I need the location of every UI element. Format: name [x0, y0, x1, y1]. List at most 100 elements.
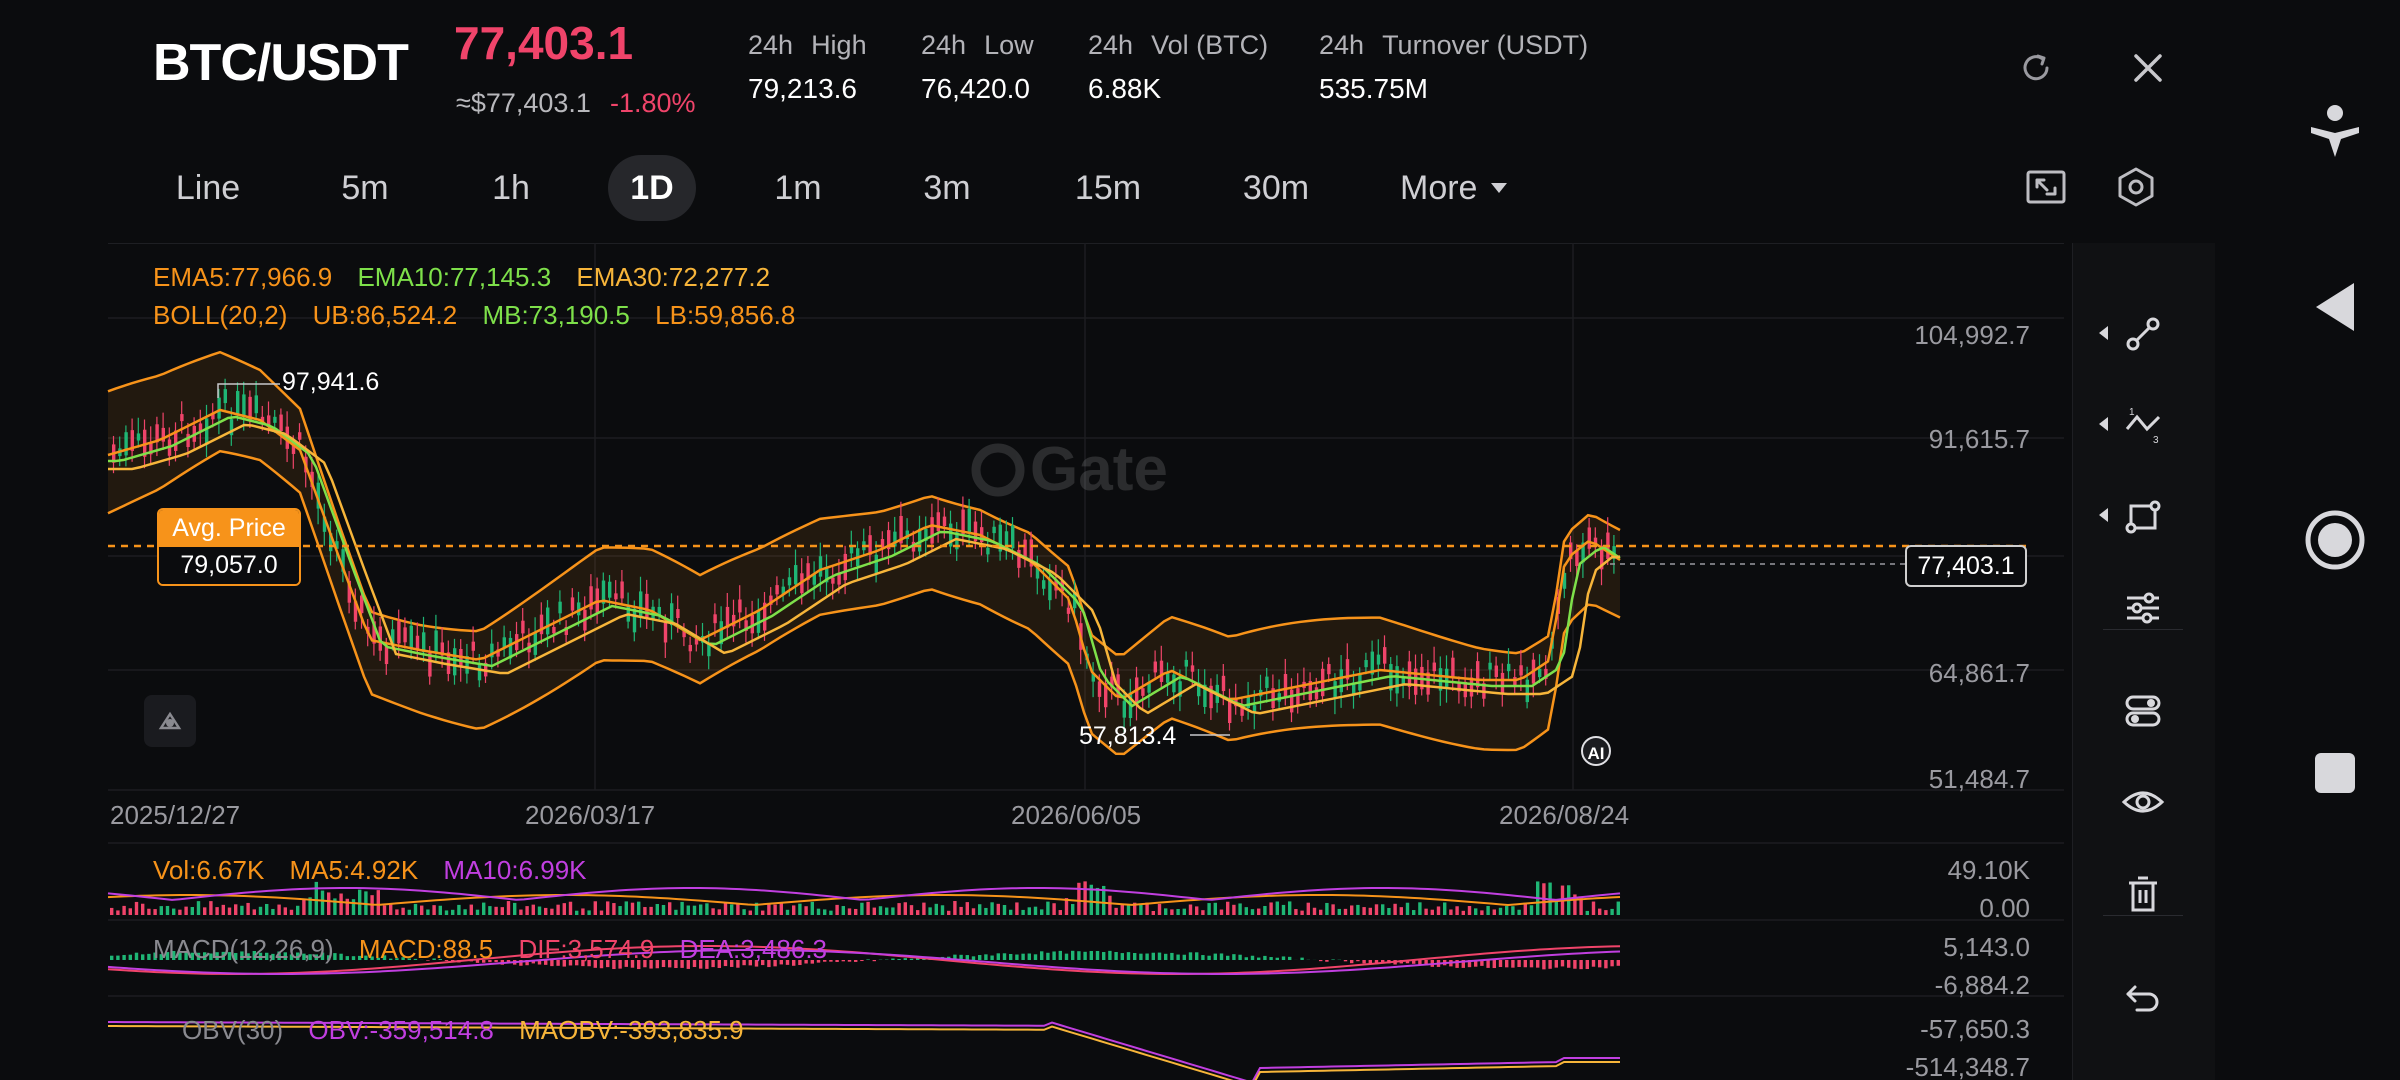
macd-bar: [1281, 956, 1286, 960]
candle-body: [205, 418, 209, 445]
macd-bar: [903, 958, 907, 960]
macd-bar: [1176, 954, 1180, 960]
volume-bar: [413, 903, 418, 915]
shape-icon[interactable]: [2099, 484, 2183, 548]
home-circle-icon[interactable]: [2290, 495, 2380, 585]
volume-bar: [531, 904, 535, 915]
caret-icon: [2099, 326, 2108, 340]
volume-bar: [550, 908, 554, 915]
volume-bar: [184, 906, 188, 915]
low-label: 57,813.4: [1079, 722, 1177, 750]
macd-bar: [1604, 960, 1608, 969]
volume-bar: [792, 905, 796, 915]
date-axis-tick: 2025/12/27: [110, 800, 241, 830]
volume-bar: [1071, 904, 1075, 915]
recents-square-icon[interactable]: [2290, 728, 2380, 818]
back-triangle-icon[interactable]: [2290, 262, 2380, 352]
macd-bar: [128, 954, 132, 960]
volume-bar: [618, 906, 622, 915]
volume-bar: [661, 904, 666, 915]
candle-body: [397, 621, 401, 644]
volume-bar: [736, 903, 740, 915]
macd-legend: MACD(12,26,9) MACD:88.5 DIF:3,574.9 DEA:…: [153, 934, 827, 965]
volume-bar: [655, 904, 659, 915]
volume-bar: [1393, 903, 1397, 915]
obv-axis-tick: -514,348.7: [1905, 1052, 2030, 1080]
macd-bar: [1108, 950, 1112, 960]
macd-bar: [1133, 953, 1137, 960]
toolbar-divider: [2103, 915, 2183, 916]
macd-bar: [1077, 951, 1081, 960]
candle-body: [403, 627, 407, 643]
volume-bar: [1232, 904, 1236, 915]
drawing-toolbar: 13: [2072, 243, 2215, 1080]
candle-body: [1290, 689, 1294, 713]
volume-bar: [1505, 906, 1509, 915]
macd-bar: [1362, 960, 1366, 964]
line-segment-icon[interactable]: [2099, 302, 2183, 366]
avg-price-box[interactable]: Avg. Price 79,057.0: [157, 508, 301, 586]
candle-body: [217, 397, 221, 419]
indicator-settings-icon[interactable]: [2103, 576, 2183, 640]
candle-body: [186, 433, 190, 448]
accessibility-icon[interactable]: [2290, 88, 2380, 178]
volume-bar: [587, 910, 591, 915]
eye-icon[interactable]: [2103, 770, 2183, 834]
candle-body: [1265, 676, 1269, 688]
macd-bar: [1356, 960, 1360, 962]
toggle-settings-icon[interactable]: [2103, 679, 2183, 743]
volume-bar: [562, 903, 566, 915]
candle-body: [471, 641, 475, 651]
obv-axis-tick: -57,650.3: [1920, 1014, 2030, 1044]
volume-bar: [823, 909, 827, 915]
macd-bar: [1027, 953, 1031, 960]
volume-bar: [872, 907, 876, 915]
macd-bar: [1257, 957, 1261, 960]
trash-icon[interactable]: [2103, 862, 2183, 926]
volume-bar: [612, 903, 616, 915]
macd-bar: [1089, 951, 1093, 960]
macd-bar: [1219, 953, 1224, 960]
candle-body: [558, 601, 562, 614]
macd-bar: [872, 960, 876, 962]
candle-body: [663, 622, 668, 643]
candle-body: [1283, 674, 1288, 698]
boll-upper-line: [107, 350, 1621, 656]
volume-bar: [1412, 910, 1416, 915]
candle-body: [874, 554, 878, 573]
volume-bar: [940, 905, 945, 915]
candle-body: [552, 626, 556, 634]
macd-value: MACD:88.5: [358, 934, 494, 964]
volume-bar: [1182, 908, 1186, 915]
undo-icon[interactable]: [2103, 965, 2183, 1029]
candle-body: [1184, 659, 1188, 667]
dea-value: DEA:3,486.3: [679, 934, 828, 964]
candle-body: [242, 394, 246, 416]
macd-bar: [1492, 960, 1496, 969]
macd-bar: [134, 952, 139, 960]
volume-bar: [1554, 900, 1558, 915]
drawing-mode-icon[interactable]: [144, 695, 196, 747]
volume-bar: [1598, 908, 1602, 915]
volume-bar: [1176, 909, 1180, 915]
volume-bar: [674, 909, 678, 915]
volume-bar: [779, 903, 783, 915]
candle-body: [1432, 662, 1436, 672]
caret-icon: [2099, 417, 2108, 431]
volume-bar: [1164, 908, 1168, 915]
macd-bar: [897, 958, 901, 960]
fibonacci-icon[interactable]: 13: [2099, 393, 2183, 457]
candlestick-chart[interactable]: Gate AI: [0, 0, 2400, 1080]
volume-bar: [643, 907, 647, 915]
macd-bar: [1170, 952, 1174, 960]
volume-bar: [1319, 909, 1323, 915]
volume-bar: [314, 881, 318, 915]
volume-bar: [1021, 909, 1025, 915]
volume-bar: [265, 903, 269, 915]
macd-bar: [854, 960, 858, 962]
volume-bar: [513, 902, 517, 915]
volume-bar: [327, 892, 331, 915]
volume-bar: [1052, 903, 1056, 915]
volume-bar: [339, 893, 343, 915]
volume-bar: [1040, 909, 1044, 915]
